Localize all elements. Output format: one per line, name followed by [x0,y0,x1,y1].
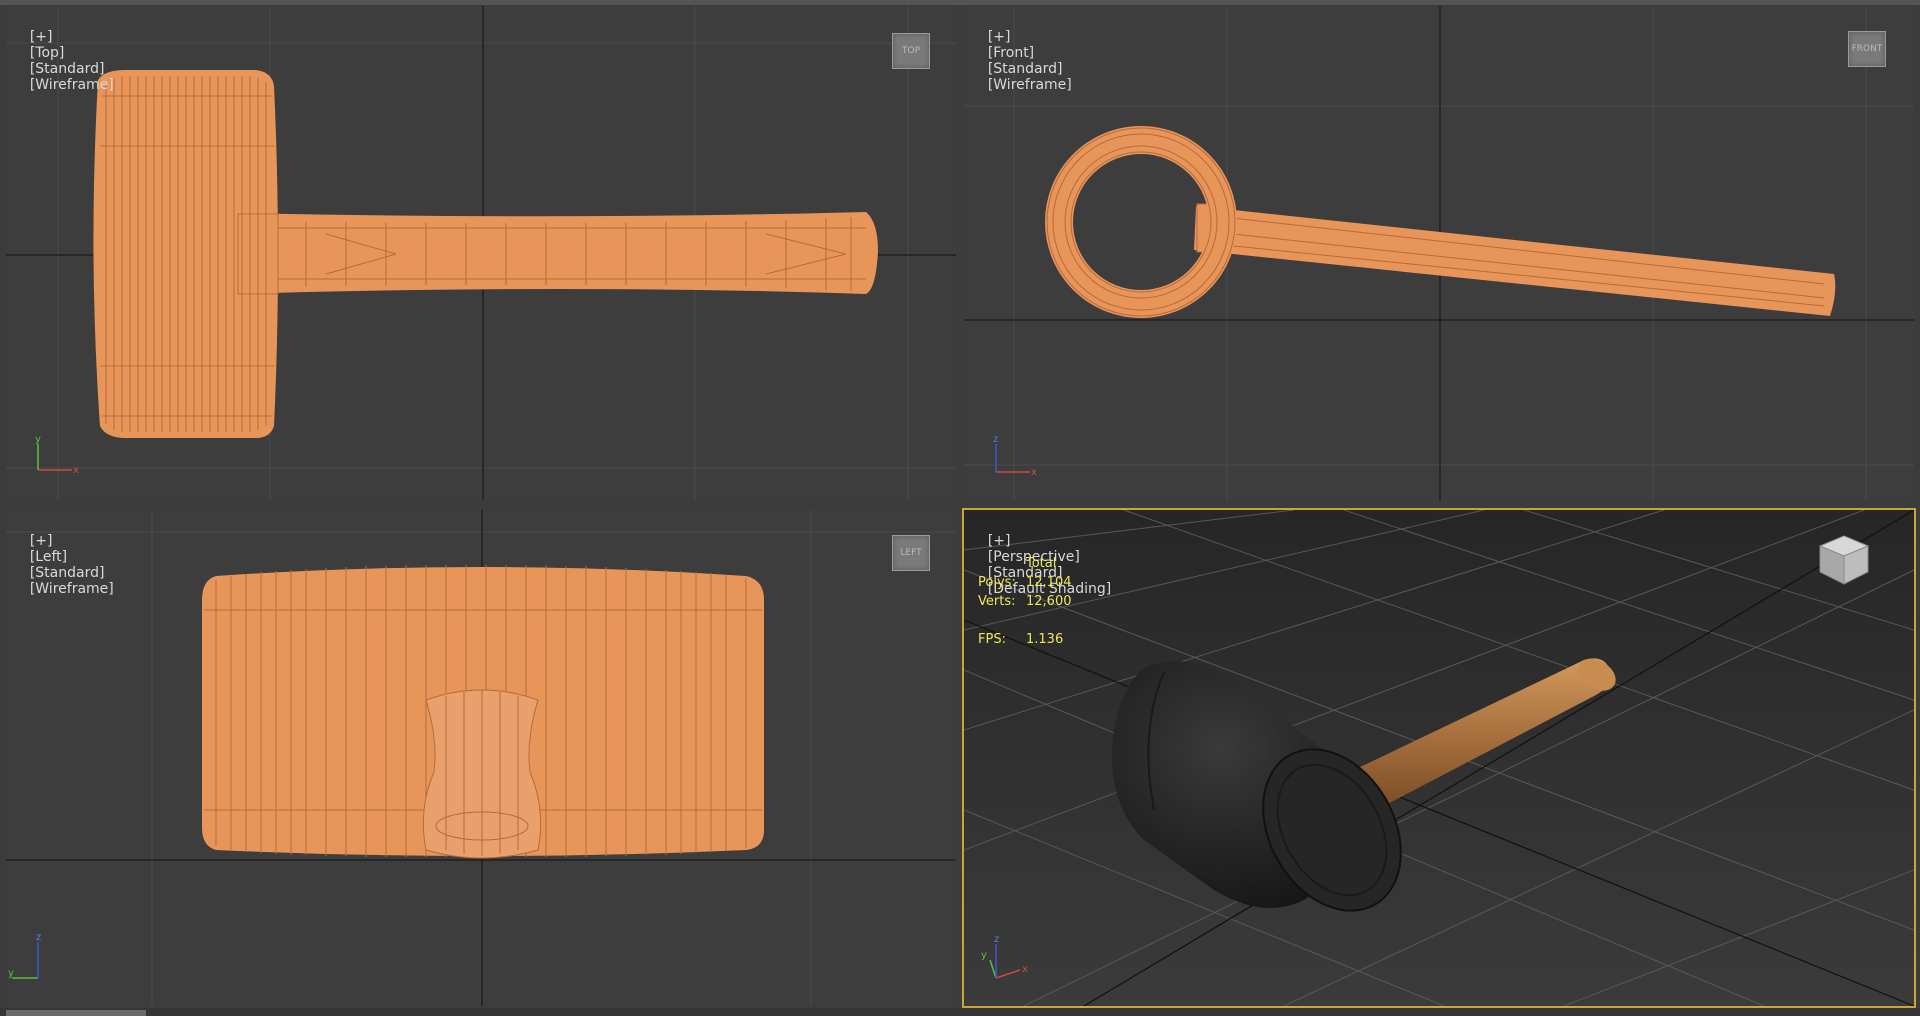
viewport-mode-menu[interactable]: [Wireframe] [988,77,1072,93]
axis-x-label: x [1022,964,1028,975]
stats-polys-value: 12,104 [1026,575,1072,590]
left-view-scene: z y [6,510,956,1006]
viewport-style-menu[interactable]: [Standard] [30,565,105,581]
viewport-menu-button[interactable]: [+] [988,533,1011,549]
viewport-menu-button[interactable]: [+] [30,533,53,549]
hammer-handle-wireframe [236,212,878,294]
axis-tripod-top: y x [35,434,79,476]
stats-polys-label: Polys: [978,575,1016,590]
stats-header: Total [1026,556,1057,571]
bottom-strip [0,1008,1920,1016]
stats-fps-value: 1.136 [1026,632,1064,647]
viewcube-left-button[interactable]: LEFT [892,535,930,571]
viewport-menu-button[interactable]: [+] [988,29,1011,45]
viewport-menu-button[interactable]: [+] [30,29,53,45]
viewport-view-menu[interactable]: [Front] [988,45,1034,61]
viewport-left[interactable]: z y [+] [Left] [Standard] [Wireframe] LE… [6,510,956,1006]
viewport-view-menu[interactable]: [Top] [30,45,65,61]
top-view-scene: y x [6,6,956,500]
axis-tripod-left: z y [8,932,41,979]
handle-cross-section-wireframe [422,689,542,859]
viewport-view-menu[interactable]: [Left] [30,549,67,565]
hammer-head-wireframe [93,70,279,438]
statistics-overlay: Total Polys: 12,104 Verts: 12,600 FPS: 1.13… [978,554,1072,649]
axis-y-label: y [8,968,14,979]
axis-z-label: z [994,934,999,945]
viewport-mode-menu[interactable]: [Wireframe] [30,581,114,597]
viewport-front[interactable]: z x [+] [Front] [Standard] [Wireframe] F… [964,6,1914,500]
stats-verts-label: Verts: [978,594,1016,609]
viewport-top-label: [+] [Top] [Standard] [Wireframe] [12,13,114,109]
axis-z-label: z [36,932,41,943]
hammer-handle-wireframe [1194,203,1836,316]
axis-x-label: x [1031,467,1037,478]
axis-x-label: x [73,465,79,476]
bottom-tab[interactable] [6,1010,146,1016]
axis-y-label: y [35,434,41,445]
hammer-head-wireframe [202,565,764,859]
viewport-left-label: [+] [Left] [Standard] [Wireframe] [12,517,114,613]
toolbar-strip [0,0,1920,5]
axis-tripod-front: z x [993,434,1037,478]
viewport-style-menu[interactable]: [Standard] [988,61,1063,77]
axis-y-label: y [981,950,987,961]
viewport-top[interactable]: y x [+] [Top] [Standard] [Wireframe] TOP [6,6,956,500]
viewport-style-menu[interactable]: [Standard] [30,61,105,77]
viewport-perspective[interactable]: z x y [+] [Perspective] [Standard] [Defa… [964,510,1914,1006]
viewport-front-label: [+] [Front] [Standard] [Wireframe] [970,13,1072,109]
stats-verts-value: 12,600 [1026,594,1072,609]
viewport-mode-menu[interactable]: [Wireframe] [30,77,114,93]
front-view-scene: z x [964,6,1914,500]
stats-fps-label: FPS: [978,632,1006,647]
viewcube-top-button[interactable]: TOP [892,33,930,69]
viewcube-front-button[interactable]: FRONT [1848,31,1886,67]
axis-z-label: z [993,434,998,445]
